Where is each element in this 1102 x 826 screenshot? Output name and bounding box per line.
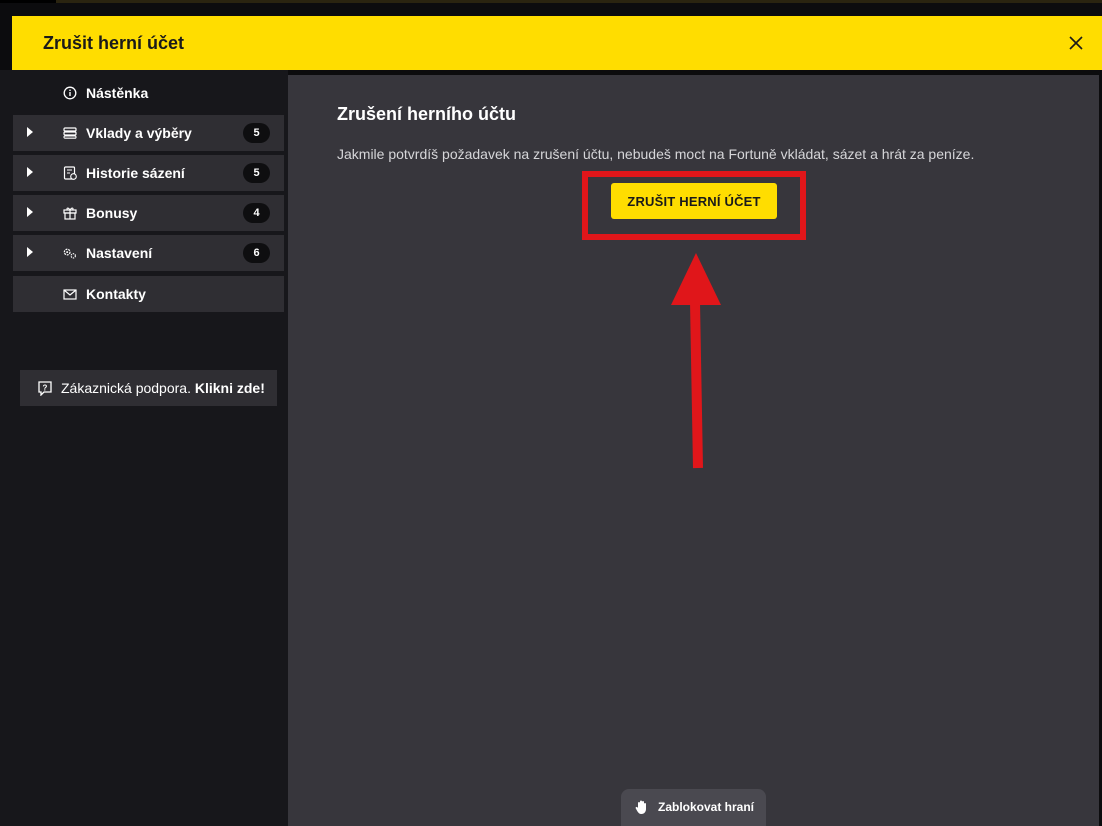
sidebar-item-label: Nástěnka (86, 85, 149, 101)
cancel-account-button[interactable]: ZRUŠIT HERNÍ ÚČET (611, 183, 777, 219)
close-button[interactable] (1064, 31, 1088, 55)
page-description: Jakmile potvrdíš požadavek na zrušení úč… (337, 146, 975, 162)
page-heading: Zrušení herního účtu (337, 104, 517, 124)
sidebar-item-kontakty[interactable]: Kontakty (13, 276, 284, 312)
annotation-arrow (671, 253, 721, 469)
hand-icon (634, 799, 650, 815)
sidebar-item-bonusy[interactable]: Bonusy 4 (13, 195, 284, 231)
count-badge: 5 (243, 163, 270, 183)
main-content: Zrušení herního účtu Jakmile potvrdíš po… (288, 75, 1099, 826)
sidebar-item-nastenka[interactable]: Nástěnka (13, 75, 284, 111)
history-icon (62, 166, 77, 180)
block-gambling-button[interactable]: Zablokovat hraní (621, 789, 766, 826)
sidebar-item-label: Historie sázení (86, 165, 185, 181)
modal-title: Zrušit herní účet (43, 32, 185, 53)
expand-arrow-icon (27, 167, 33, 177)
count-badge: 6 (243, 243, 270, 263)
expand-arrow-icon (27, 127, 33, 137)
sidebar-item-vklady[interactable]: Vklady a výběry 5 (13, 115, 284, 151)
sidebar-item-historie[interactable]: Historie sázení 5 (13, 155, 284, 191)
sidebar: Nástěnka Vklady a výběry 5 Historie sáze… (0, 70, 288, 826)
support-label: Zákaznická podpora. (61, 380, 195, 396)
support-link-text[interactable]: Klikni zde! (195, 380, 265, 396)
sidebar-item-label: Nastavení (86, 245, 153, 261)
wallet-icon (62, 126, 77, 140)
mail-icon (62, 287, 77, 301)
expand-arrow-icon (27, 207, 33, 217)
count-badge: 4 (243, 203, 270, 223)
modal-header: Zrušit herní účet (12, 16, 1102, 70)
svg-text:?: ? (43, 384, 48, 393)
expand-arrow-icon (27, 247, 33, 257)
support-text: Zákaznická podpora. Klikni zde! (61, 380, 265, 396)
sidebar-item-label: Kontakty (86, 286, 146, 302)
sidebar-item-nastaveni[interactable]: Nastavení 6 (13, 235, 284, 271)
top-strip (0, 0, 1102, 3)
customer-support-link[interactable]: ? Zákaznická podpora. Klikni zde! (20, 370, 277, 406)
close-icon (1069, 36, 1083, 50)
gift-icon (62, 206, 77, 220)
question-icon: ? (37, 380, 53, 397)
info-icon (62, 86, 77, 100)
sidebar-item-label: Vklady a výběry (86, 125, 192, 141)
block-gambling-label: Zablokovat hraní (658, 800, 755, 814)
sidebar-item-label: Bonusy (86, 205, 138, 221)
gears-icon (62, 246, 77, 260)
count-badge: 5 (243, 123, 270, 143)
